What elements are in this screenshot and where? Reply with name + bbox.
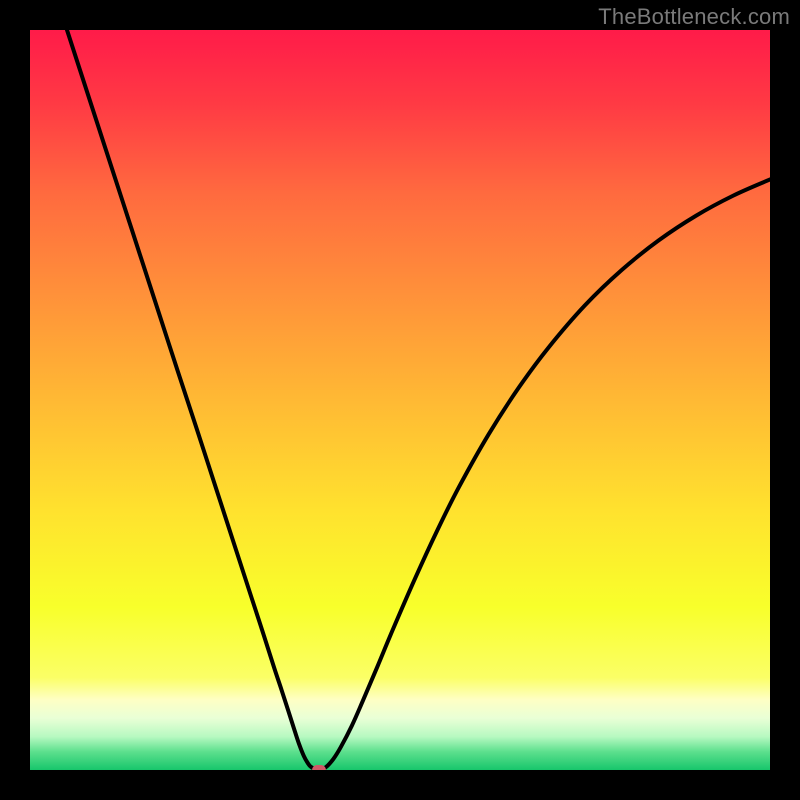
- plot-area: [30, 30, 770, 770]
- chart-frame: TheBottleneck.com: [0, 0, 800, 800]
- optimal-point-marker: [312, 765, 326, 770]
- bottleneck-curve: [30, 30, 770, 770]
- watermark-text: TheBottleneck.com: [598, 4, 790, 30]
